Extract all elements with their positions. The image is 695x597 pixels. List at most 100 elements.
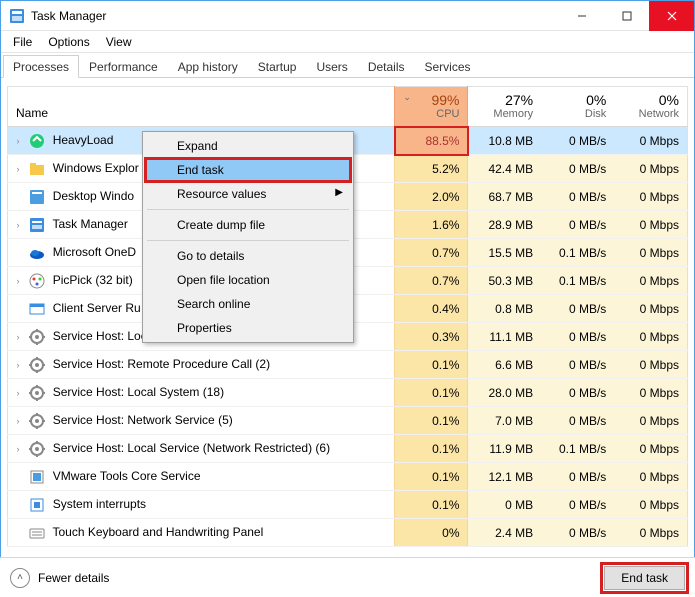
tab-details[interactable]: Details [358, 55, 415, 78]
memory-value: 28.0 MB [468, 379, 541, 407]
tab-services[interactable]: Services [415, 55, 481, 78]
ctx-go-to-details[interactable]: Go to details [145, 244, 351, 268]
process-name: Desktop Windo [53, 189, 134, 203]
column-name[interactable]: Name [8, 87, 395, 127]
menu-view[interactable]: View [98, 33, 140, 51]
cpu-value: 0.1% [395, 379, 468, 407]
network-value: 0 Mbps [614, 127, 687, 155]
expand-icon[interactable]: › [12, 220, 24, 230]
column-memory[interactable]: 27%Memory [468, 87, 541, 127]
process-icon [29, 133, 45, 149]
column-cpu[interactable]: ⌄99%CPU [395, 87, 468, 127]
process-icon [29, 525, 45, 541]
cpu-value: 0.7% [395, 239, 468, 267]
expand-icon[interactable]: › [12, 136, 24, 146]
tab-app-history[interactable]: App history [168, 55, 248, 78]
ctx-end-task[interactable]: End task [145, 158, 351, 182]
memory-value: 15.5 MB [468, 239, 541, 267]
process-icon [29, 385, 45, 401]
disk-value: 0.1 MB/s [541, 239, 614, 267]
network-value: 0 Mbps [614, 351, 687, 379]
disk-value: 0 MB/s [541, 323, 614, 351]
process-name: Service Host: Local System (18) [53, 385, 224, 399]
disk-value: 0 MB/s [541, 407, 614, 435]
expand-icon[interactable]: › [12, 276, 24, 286]
close-button[interactable] [649, 1, 694, 31]
minimize-button[interactable] [559, 1, 604, 31]
cpu-value: 5.2% [395, 155, 468, 183]
process-icon [29, 357, 45, 373]
process-name: PicPick (32 bit) [53, 273, 133, 287]
network-value: 0 Mbps [614, 267, 687, 295]
process-name: System interrupts [53, 497, 146, 511]
expand-icon[interactable]: › [12, 416, 24, 426]
tab-processes[interactable]: Processes [3, 55, 79, 78]
end-task-button[interactable]: End task [604, 566, 685, 590]
menu-file[interactable]: File [5, 33, 40, 51]
memory-value: 68.7 MB [468, 183, 541, 211]
expand-icon[interactable]: › [12, 388, 24, 398]
table-row[interactable]: › Service Host: Remote Procedure Call (2… [8, 351, 688, 379]
disk-value: 0 MB/s [541, 519, 614, 547]
memory-value: 10.8 MB [468, 127, 541, 155]
ctx-create-dump[interactable]: Create dump file [145, 213, 351, 237]
table-row[interactable]: System interrupts 0.1% 0 MB 0 MB/s 0 Mbp… [8, 491, 688, 519]
expand-icon[interactable]: › [12, 360, 24, 370]
cpu-value: 0.1% [395, 407, 468, 435]
tab-performance[interactable]: Performance [79, 55, 168, 78]
network-value: 0 Mbps [614, 239, 687, 267]
column-disk[interactable]: 0%Disk [541, 87, 614, 127]
disk-value: 0 MB/s [541, 379, 614, 407]
menu-options[interactable]: Options [40, 33, 97, 51]
table-row[interactable]: › Service Host: Local System (18) 0.1% 2… [8, 379, 688, 407]
cpu-value: 0.1% [395, 435, 468, 463]
table-row[interactable]: › Service Host: Local Service (Network R… [8, 435, 688, 463]
ctx-resource-values[interactable]: Resource values▶ [145, 182, 351, 206]
disk-value: 0 MB/s [541, 295, 614, 323]
table-row[interactable]: › Service Host: Network Service (5) 0.1%… [8, 407, 688, 435]
expand-icon[interactable]: › [12, 444, 24, 454]
process-name: Service Host: Remote Procedure Call (2) [53, 357, 270, 371]
app-icon [9, 8, 25, 24]
ctx-search-online[interactable]: Search online [145, 292, 351, 316]
process-name: Task Manager [52, 217, 127, 231]
process-icon [29, 441, 45, 457]
disk-value: 0.1 MB/s [541, 267, 614, 295]
memory-value: 11.9 MB [468, 435, 541, 463]
memory-value: 50.3 MB [468, 267, 541, 295]
process-name: Touch Keyboard and Handwriting Panel [52, 525, 263, 539]
fewer-details-button[interactable]: ˄ Fewer details [10, 568, 109, 588]
column-network[interactable]: 0%Network [614, 87, 687, 127]
process-icon [29, 245, 45, 261]
fewer-details-label: Fewer details [38, 571, 109, 585]
table-row[interactable]: Touch Keyboard and Handwriting Panel 0% … [8, 519, 688, 547]
disk-value: 0 MB/s [541, 491, 614, 519]
table-row[interactable]: VMware Tools Core Service 0.1% 12.1 MB 0… [8, 463, 688, 491]
tabs: Processes Performance App history Startu… [1, 53, 694, 78]
menubar: File Options View [1, 31, 694, 53]
window-title: Task Manager [31, 9, 106, 23]
expand-icon[interactable]: › [12, 164, 24, 174]
cpu-value: 0% [395, 519, 468, 547]
ctx-properties[interactable]: Properties [145, 316, 351, 340]
tab-startup[interactable]: Startup [248, 55, 307, 78]
memory-value: 0 MB [468, 491, 541, 519]
memory-value: 12.1 MB [468, 463, 541, 491]
maximize-button[interactable] [604, 1, 649, 31]
sort-indicator-icon: ⌄ [403, 92, 411, 103]
network-value: 0 Mbps [614, 379, 687, 407]
submenu-arrow-icon: ▶ [335, 187, 343, 198]
process-name: HeavyLoad [53, 133, 114, 147]
cpu-value: 0.1% [395, 463, 468, 491]
cpu-value: 2.0% [395, 183, 468, 211]
network-value: 0 Mbps [614, 183, 687, 211]
expand-icon[interactable]: › [12, 332, 24, 342]
ctx-open-file-location[interactable]: Open file location [145, 268, 351, 292]
network-value: 0 Mbps [614, 491, 687, 519]
ctx-expand[interactable]: Expand [145, 134, 351, 158]
cpu-value: 88.5% [395, 127, 468, 155]
process-name: Service Host: Local Service (Network Res… [53, 441, 330, 455]
disk-value: 0 MB/s [541, 155, 614, 183]
tab-users[interactable]: Users [306, 55, 357, 78]
memory-value: 0.8 MB [468, 295, 541, 323]
